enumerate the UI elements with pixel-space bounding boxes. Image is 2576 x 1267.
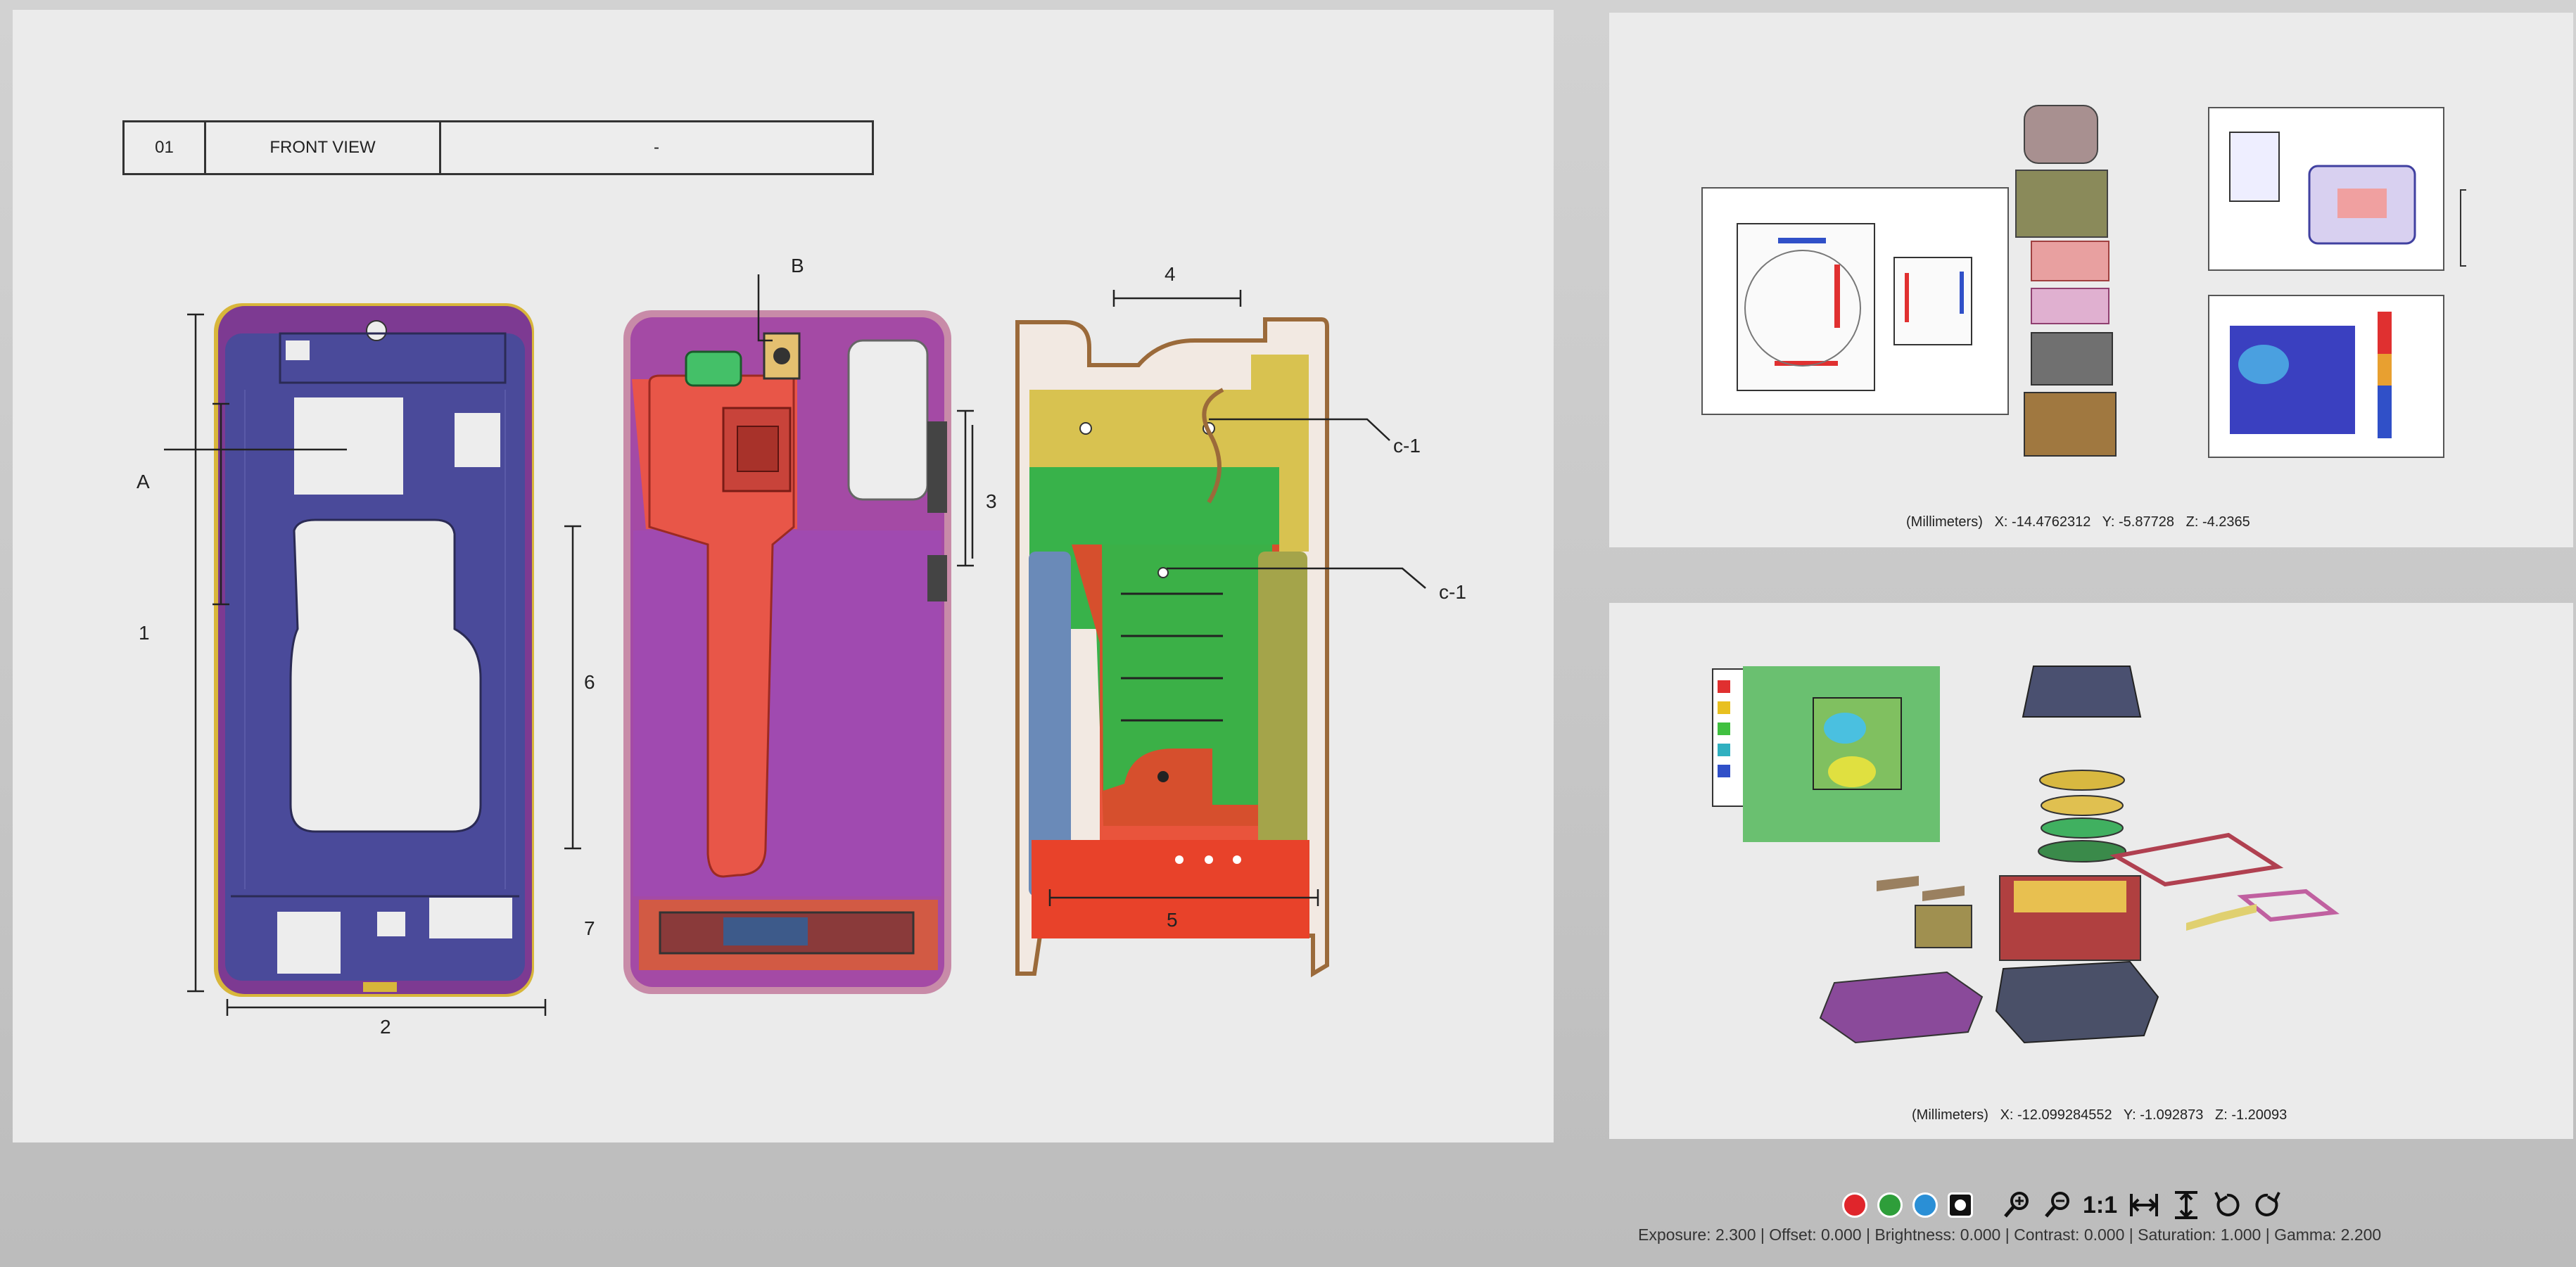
readout-z: Z: -1.20093 (2215, 1107, 2288, 1123)
callout-c1-top: c-1 (1393, 435, 1421, 457)
callout-c1-mid: c-1 (1439, 581, 1466, 603)
dimension-label-4: 4 (1165, 263, 1176, 285)
readout-x: X: -14.4762312 (1994, 514, 2091, 530)
dimension-label-6: 6 (584, 671, 595, 693)
phone-frame-drawing (214, 303, 534, 997)
readout-z: Z: -4.2365 (2185, 514, 2250, 530)
camera-module-drawing (1701, 105, 2466, 458)
status-separator: | (1865, 1225, 1870, 1244)
contrast-value: Contrast: 0.000 (2014, 1225, 2125, 1244)
alpha-channel-button[interactable] (1948, 1192, 1973, 1218)
green-channel-button[interactable] (1877, 1192, 1903, 1218)
callout-b: B (791, 255, 804, 276)
dimension-label-7: 7 (584, 917, 595, 939)
rotate-left-icon[interactable] (2212, 1190, 2242, 1221)
fit-width-icon[interactable] (2127, 1190, 2161, 1221)
dimension-label-5: 5 (1167, 909, 1178, 931)
phone-drawing (164, 274, 1426, 1016)
camera-module-panel: (Millimeters) X: -14.4762312 Y: -5.87728… (1609, 13, 2573, 547)
offset-value: Offset: 0.000 (1769, 1225, 1862, 1244)
readout-y: Y: -1.092873 (2123, 1107, 2204, 1123)
status-separator: | (2128, 1225, 2133, 1244)
image-adjustments-status: Exposure: 2.300 | Offset: 0.000 | Bright… (1638, 1225, 2381, 1244)
dimension-label-3: 3 (986, 490, 997, 512)
coordinate-readout: (Millimeters) X: -14.4762312 Y: -5.87728… (1906, 514, 2250, 530)
phone-internals-drawing (623, 310, 951, 994)
blue-channel-button[interactable] (1912, 1192, 1938, 1218)
alpha-icon (1955, 1199, 1966, 1211)
viewer-toolbar: 1:1 (1842, 1188, 2283, 1223)
dimension-label-2: 2 (380, 1016, 391, 1038)
callout-a: A (137, 471, 150, 492)
gamma-value: Gamma: 2.200 (2274, 1225, 2382, 1244)
fit-height-icon[interactable] (2171, 1190, 2202, 1221)
exposure-value: Exposure: 2.300 (1638, 1225, 1756, 1244)
red-channel-button[interactable] (1842, 1192, 1867, 1218)
dimension-label-1: 1 (139, 622, 150, 644)
speaker-module-drawing (1712, 666, 2340, 1044)
status-separator: | (1760, 1225, 1765, 1244)
readout-units: (Millimeters) (1906, 514, 1983, 530)
zoom-in-icon[interactable] (2001, 1190, 2032, 1221)
status-separator: | (2005, 1225, 2010, 1244)
rotate-right-icon[interactable] (2252, 1190, 2283, 1221)
coordinate-readout: (Millimeters) X: -12.099284552 Y: -1.092… (1912, 1107, 2287, 1123)
readout-units: (Millimeters) (1912, 1107, 1988, 1123)
brightness-value: Brightness: 0.000 (1874, 1225, 2001, 1244)
zoom-out-icon[interactable] (2042, 1190, 2073, 1221)
readout-x: X: -12.099284552 (2000, 1107, 2112, 1123)
phone-shield-drawing (1015, 317, 1329, 978)
actual-size-button[interactable]: 1:1 (2083, 1191, 2117, 1219)
speaker-module-panel: (Millimeters) X: -12.099284552 Y: -1.092… (1609, 603, 2573, 1139)
status-separator: | (2265, 1225, 2270, 1244)
saturation-value: Saturation: 1.000 (2138, 1225, 2261, 1244)
readout-y: Y: -5.87728 (2102, 514, 2174, 530)
front-view-panel: 01 FRONT VIEW - A B c-1 c-1 1 2 3 4 5 6 … (13, 10, 1554, 1142)
